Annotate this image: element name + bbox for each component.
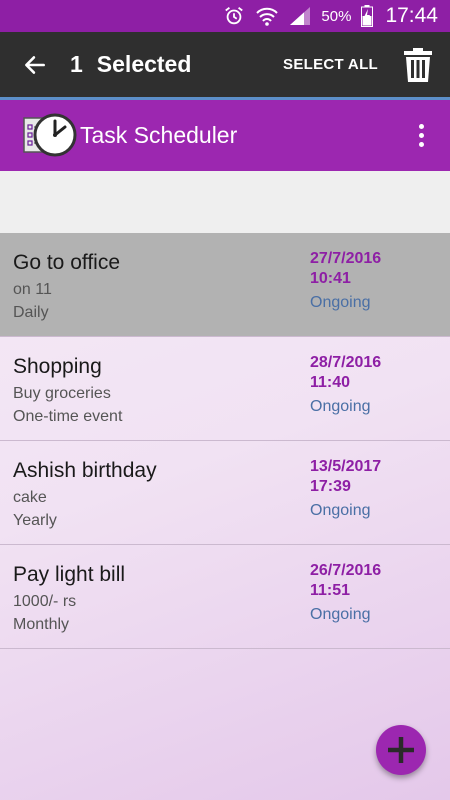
battery-percent: 50%: [321, 7, 352, 25]
task-row[interactable]: Go to office on 11 Daily 27/7/2016 10:41…: [0, 233, 450, 337]
wifi-icon: [255, 5, 279, 27]
task-status: Ongoing: [310, 398, 371, 415]
header-spacer: [0, 171, 450, 233]
signal-icon: [289, 6, 311, 26]
delete-button[interactable]: [398, 40, 438, 90]
task-time: 10:41: [310, 270, 351, 287]
task-title: Ashish birthday: [13, 459, 157, 482]
task-title: Shopping: [13, 355, 102, 378]
back-button[interactable]: [10, 40, 60, 90]
status-clock: 17:44: [385, 4, 438, 27]
task-time: 11:51: [310, 582, 351, 599]
task-list: Go to office on 11 Daily 27/7/2016 10:41…: [0, 233, 450, 649]
task-status: Ongoing: [310, 502, 371, 519]
task-date: 26/7/2016: [310, 562, 382, 579]
task-date: 28/7/2016: [310, 354, 382, 371]
task-frequency: Monthly: [13, 616, 70, 633]
action-mode-bar: 1 Selected SELECT ALL: [0, 32, 450, 100]
battery-charging-icon: [361, 5, 374, 27]
add-task-button[interactable]: [376, 725, 426, 775]
status-bar: 50% 17:44: [0, 0, 450, 32]
task-frequency: Daily: [13, 304, 49, 321]
app-toolbar: Task Scheduler: [0, 100, 450, 171]
trash-icon: [404, 47, 432, 82]
back-arrow-icon: [25, 55, 45, 74]
task-row[interactable]: Ashish birthday cake Yearly 13/5/2017 17…: [0, 441, 450, 545]
task-date: 13/5/2017: [310, 458, 382, 475]
task-status: Ongoing: [310, 606, 371, 623]
task-time: 11:40: [310, 374, 351, 391]
task-frequency: Yearly: [13, 512, 57, 529]
task-description: cake: [13, 489, 47, 506]
task-row[interactable]: Shopping Buy groceries One-time event 28…: [0, 337, 450, 441]
task-description: 1000/- rs: [13, 593, 77, 610]
task-time: 17:39: [310, 478, 351, 495]
app-title: Task Scheduler: [80, 122, 238, 148]
alarm-icon: [223, 5, 245, 27]
task-date: 27/7/2016: [310, 250, 382, 267]
clock-checklist-logo: [22, 108, 78, 164]
task-title: Go to office: [13, 251, 121, 274]
task-row[interactable]: Pay light bill 1000/- rs Monthly 26/7/20…: [0, 545, 450, 649]
overflow-menu-icon[interactable]: [406, 111, 436, 161]
task-description: on 11: [13, 281, 52, 298]
selected-count: 1: [70, 51, 83, 77]
select-all-button[interactable]: SELECT ALL: [283, 56, 378, 73]
plus-icon: [388, 737, 414, 763]
task-frequency: One-time event: [13, 408, 123, 425]
task-title: Pay light bill: [13, 563, 126, 586]
task-status: Ongoing: [310, 294, 371, 311]
task-description: Buy groceries: [13, 385, 111, 402]
selected-label: Selected: [96, 51, 192, 77]
